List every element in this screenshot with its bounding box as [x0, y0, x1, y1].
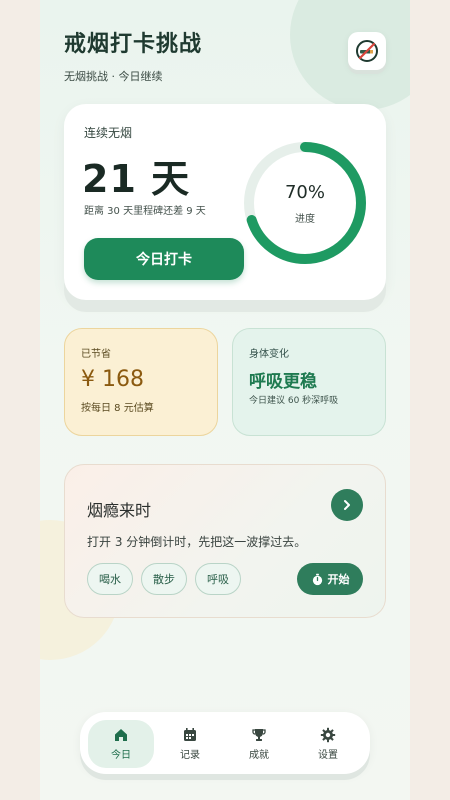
tab-achievements[interactable]: 成就: [226, 720, 292, 768]
trophy-icon: [252, 729, 266, 741]
body-change-label: 身体变化: [249, 349, 289, 360]
body-change-note: 今日建议 60 秒深呼吸: [249, 396, 339, 406]
home-icon: [115, 729, 127, 741]
stopwatch-icon: [312, 573, 322, 585]
savings-amount: ¥ 168: [81, 367, 144, 392]
tab-label: 设置: [318, 750, 338, 761]
chip-walk[interactable]: 散步: [141, 563, 187, 595]
calendar-icon: [184, 728, 196, 741]
tab-label: 今日: [111, 750, 131, 761]
page-subtitle: 无烟挑战 · 今日继续: [64, 70, 163, 83]
craving-title: 烟瘾来时: [87, 501, 152, 520]
body-change-card[interactable]: 身体变化 呼吸更稳 今日建议 60 秒深呼吸: [232, 328, 386, 436]
tab-settings[interactable]: 设置: [295, 720, 361, 768]
tab-today[interactable]: 今日: [88, 720, 154, 768]
page-title: 戒烟打卡挑战: [64, 32, 203, 57]
streak-card: 连续无烟 21 天 距离 30 天里程碑还差 9 天 今日打卡 70% 进度: [64, 104, 386, 300]
chip-drink-water[interactable]: 喝水: [87, 563, 133, 595]
no-smoking-icon: [356, 40, 378, 62]
body-change-value: 呼吸更稳: [249, 372, 317, 392]
start-label: 开始: [327, 573, 350, 586]
header: 戒烟打卡挑战 无烟挑战 · 今日继续: [64, 26, 202, 84]
chip-breathe[interactable]: 呼吸: [195, 563, 241, 595]
savings-card[interactable]: 已节省 ¥ 168 按每日 8 元估算: [64, 328, 218, 436]
start-timer-button[interactable]: 开始: [297, 563, 363, 595]
app-screen: 戒烟打卡挑战 无烟挑战 · 今日继续 连续无烟 21 天 距离 30 天里程碑还…: [40, 0, 410, 800]
bottom-tab-bar: 今日 记录 成就 设置: [80, 712, 370, 774]
progress-percent: 70%: [284, 182, 325, 203]
gear-icon: [320, 727, 336, 743]
progress-ring: [244, 142, 366, 264]
tab-label: 记录: [180, 750, 200, 761]
craving-open-button[interactable]: [331, 489, 363, 521]
checkin-button[interactable]: 今日打卡: [84, 238, 244, 280]
savings-note: 按每日 8 元估算: [81, 403, 154, 414]
streak-label: 连续无烟: [84, 126, 133, 140]
milestone-note: 距离 30 天里程碑还差 9 天: [84, 206, 206, 217]
streak-days: 21 天: [82, 157, 191, 201]
chevron-right-icon: [344, 500, 350, 510]
no-smoking-button[interactable]: [348, 32, 386, 70]
savings-label: 已节省: [81, 349, 111, 360]
craving-card: 烟瘾来时 打开 3 分钟倒计时，先把这一波撑过去。 喝水 散步 呼吸 开始: [64, 464, 386, 618]
progress-label: 进度: [295, 214, 315, 225]
tab-records[interactable]: 记录: [157, 720, 223, 768]
tab-label: 成就: [249, 750, 269, 761]
craving-description: 打开 3 分钟倒计时，先把这一波撑过去。: [87, 535, 307, 549]
